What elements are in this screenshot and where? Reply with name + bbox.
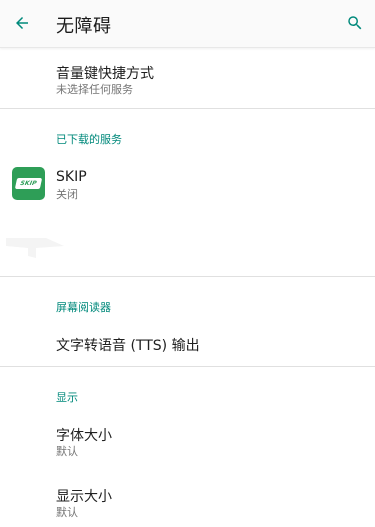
blank-service-icon bbox=[6, 238, 64, 258]
font-size-summary: 默认 bbox=[56, 445, 78, 458]
skip-app-icon: SKIP bbox=[12, 167, 45, 200]
tts-output-title: 文字转语音 (TTS) 输出 bbox=[56, 338, 200, 354]
page-title: 无障碍 bbox=[56, 16, 112, 37]
app-bar: 无障碍 bbox=[0, 0, 375, 48]
font-size-item[interactable]: 字体大小 默认 bbox=[0, 412, 375, 470]
font-size-title: 字体大小 bbox=[56, 428, 112, 444]
divider bbox=[0, 366, 375, 367]
divider bbox=[0, 108, 375, 109]
display-size-title: 显示大小 bbox=[56, 489, 112, 505]
service-title: SKIP bbox=[56, 169, 87, 185]
category-screen-readers: 屏幕阅读器 bbox=[56, 301, 111, 314]
volume-key-shortcut-title: 音量键快捷方式 bbox=[56, 66, 154, 82]
category-downloaded-services: 已下载的服务 bbox=[56, 133, 122, 146]
search-button[interactable] bbox=[341, 9, 369, 37]
service-summary: 关闭 bbox=[56, 188, 78, 201]
display-size-summary: 默认 bbox=[56, 506, 78, 519]
display-size-item[interactable]: 显示大小 默认 bbox=[0, 470, 375, 527]
service-item-skip[interactable]: SKIP 关闭 bbox=[0, 155, 375, 211]
divider bbox=[0, 276, 375, 277]
arrow-back-icon bbox=[16, 17, 28, 29]
search-icon bbox=[348, 16, 362, 30]
volume-key-shortcut-item[interactable]: 音量键快捷方式 未选择任何服务 bbox=[0, 48, 375, 108]
skip-app-icon-label: SKIP bbox=[14, 178, 43, 189]
back-button[interactable] bbox=[8, 9, 36, 37]
category-display: 显示 bbox=[56, 391, 78, 404]
volume-key-shortcut-summary: 未选择任何服务 bbox=[56, 83, 133, 96]
tts-output-item[interactable]: 文字转语音 (TTS) 输出 bbox=[0, 322, 375, 366]
